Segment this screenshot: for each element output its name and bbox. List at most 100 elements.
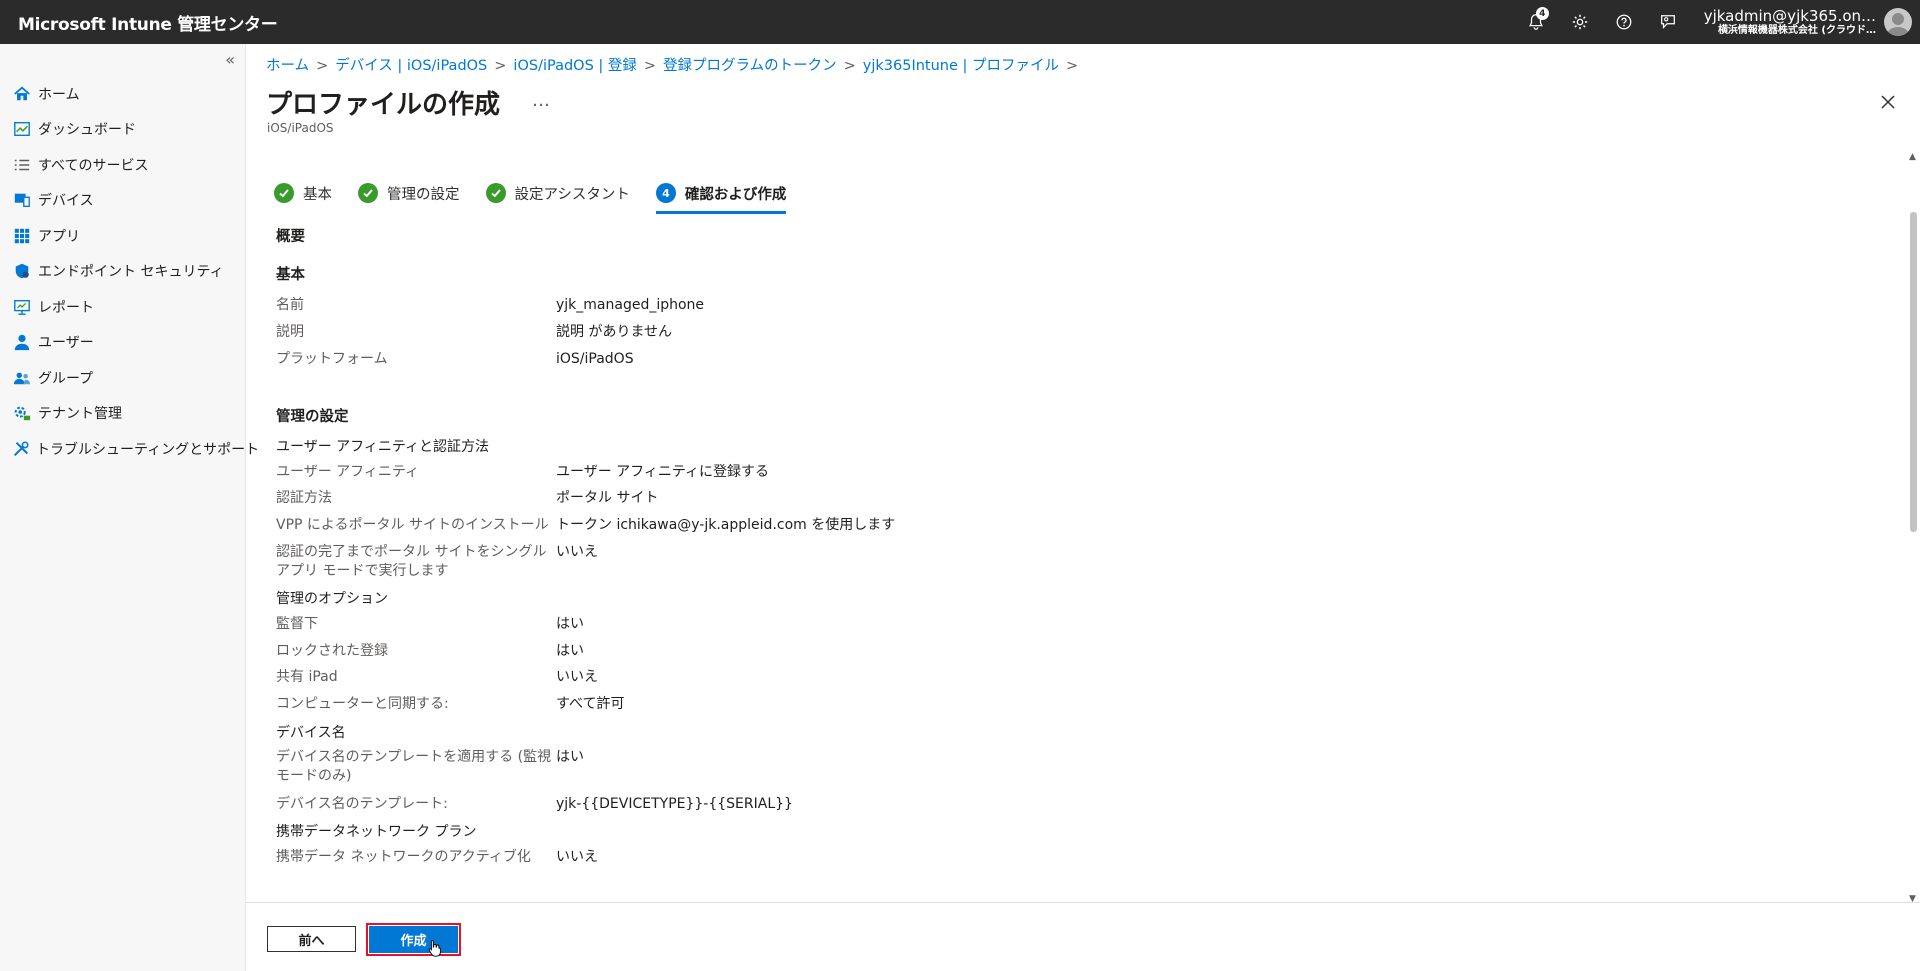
sidebar-item-devices[interactable]: デバイス: [0, 183, 245, 219]
row-value: すべて許可: [556, 696, 625, 712]
group-icon: [12, 368, 32, 388]
row-key: 認証方法: [276, 490, 332, 506]
summary-row: VPP によるポータル サイトのインストール トークン ichikawa@y-jk…: [276, 516, 1176, 535]
breadcrumb-home[interactable]: ホーム: [266, 58, 309, 74]
top-bar: Microsoft Intune 管理センター 4 yjkadmin@yjk36…: [0, 0, 1920, 44]
sidebar-item-label: すべてのサービス: [38, 157, 149, 174]
summary-row: デバイス名のテンプレートを適用する (監視モードのみ) はい: [276, 748, 1176, 786]
wizard-steps: 基本 管理の設定 設定アシスタント 4 確認および作成: [274, 178, 812, 214]
create-button[interactable]: 作成: [369, 926, 458, 953]
row-value: はい: [556, 749, 584, 765]
tenant-icon: [12, 403, 32, 423]
sidebar-item-label: ユーザー: [38, 335, 94, 352]
summary-row: 携帯データ ネットワークのアクティブ化 いいえ: [276, 848, 1176, 867]
sidebar-item-label: ダッシュボード: [38, 122, 136, 139]
step-label: 設定アシスタント: [514, 186, 630, 203]
row-value: ユーザー アフィニティに登録する: [556, 464, 770, 480]
step-label: 管理の設定: [387, 186, 460, 203]
sidebar-item-reports[interactable]: レポート: [0, 289, 245, 325]
more-options-button[interactable]: …: [532, 90, 551, 111]
summary-row: コンピューターと同期する: すべて許可: [276, 695, 1176, 714]
row-key: 認証の完了までポータル サイトをシングル アプリ モードで実行します: [276, 544, 547, 579]
scrollbar-thumb[interactable]: [1910, 212, 1917, 532]
dashboard-icon: [12, 119, 32, 139]
row-value: はい: [556, 643, 584, 659]
row-value: iOS/iPadOS: [556, 351, 634, 367]
reports-icon: [12, 297, 32, 317]
sidebar-item-label: トラブルシューティングとサポート: [36, 441, 260, 458]
summary-row: 監督下 はい: [276, 615, 1176, 634]
row-value: はい: [556, 616, 584, 632]
chevron-right-icon: >: [1066, 58, 1079, 74]
step-label: 確認および作成: [684, 186, 787, 203]
row-key: 監督下: [276, 616, 318, 632]
step-management-settings[interactable]: 管理の設定: [358, 178, 460, 208]
sidebar-item-tenant-admin[interactable]: テナント管理: [0, 396, 245, 432]
sidebar-item-home[interactable]: ホーム: [0, 76, 245, 112]
row-key: 説明: [276, 324, 304, 340]
row-key: プラットフォーム: [276, 351, 388, 367]
chevron-right-icon: >: [643, 58, 657, 74]
step-number: 4: [655, 183, 676, 203]
breadcrumb-token-profiles[interactable]: yjk365Intune | プロファイル: [863, 58, 1059, 74]
sidebar-item-endpoint-security[interactable]: エンドポイント セキュリティ: [0, 254, 245, 290]
breadcrumb-ios-enrollment[interactable]: iOS/iPadOS | 登録: [513, 58, 636, 74]
scroll-up-icon[interactable]: ▲: [1909, 152, 1916, 162]
check-icon: [274, 183, 294, 203]
step-review-create[interactable]: 4 確認および作成: [655, 178, 787, 214]
summary-row: ロックされた登録 はい: [276, 642, 1176, 661]
account-email: yjkadmin@yjk365.on…: [1703, 6, 1876, 25]
row-key: 共有 iPad: [276, 669, 338, 685]
sidebar: « ホーム ダッシュボード すべてのサービス デバイス アプリ エンドポイント …: [0, 44, 259, 971]
row-key: 名前: [276, 297, 304, 313]
row-value: 説明 がありません: [556, 324, 673, 340]
summary-row: デバイス名のテンプレート: yjk-{{DEVICETYPE}}-{{SERIAL…: [276, 795, 1176, 814]
collapse-sidebar-button[interactable]: «: [225, 50, 235, 69]
vertical-scrollbar[interactable]: ▲ ▼: [1906, 152, 1920, 904]
feedback-icon: [1660, 15, 1675, 29]
sidebar-item-apps[interactable]: アプリ: [0, 218, 245, 254]
row-key: ユーザー アフィニティ: [276, 464, 420, 480]
list-icon: [12, 155, 32, 175]
row-value: yjk-{{DEVICETYPE}}-{{SERIAL}}: [556, 796, 793, 812]
user-icon: [12, 332, 32, 352]
notifications-button[interactable]: 4: [1514, 0, 1558, 44]
help-button[interactable]: [1602, 0, 1646, 44]
tools-icon: [12, 439, 30, 459]
step-basics[interactable]: 基本: [274, 178, 332, 208]
settings-button[interactable]: [1558, 0, 1602, 44]
step-setup-assistant[interactable]: 設定アシスタント: [485, 178, 630, 208]
row-value: yjk_managed_iphone: [556, 297, 705, 313]
row-value: いいえ: [556, 669, 598, 685]
sidebar-item-label: エンドポイント セキュリティ: [38, 264, 224, 281]
breadcrumb-devices-ios[interactable]: デバイス | iOS/iPadOS: [335, 58, 487, 74]
check-icon: [358, 183, 378, 203]
row-key: デバイス名のテンプレート:: [276, 796, 448, 812]
help-icon: [1616, 14, 1632, 30]
summary-row: 認証方法 ポータル サイト: [276, 489, 1176, 508]
sidebar-item-label: レポート: [38, 299, 94, 316]
management-heading: 管理の設定: [276, 409, 349, 425]
feedback-button[interactable]: [1646, 0, 1690, 44]
row-value: いいえ: [556, 849, 598, 865]
device-name-subheading: デバイス名: [276, 725, 346, 741]
app-title[interactable]: Microsoft Intune 管理センター: [0, 10, 278, 35]
previous-button[interactable]: 前へ: [267, 926, 356, 952]
sidebar-item-all-services[interactable]: すべてのサービス: [0, 147, 245, 183]
hand-cursor-icon: [428, 940, 441, 957]
gear-icon: [1572, 14, 1587, 30]
sidebar-item-dashboard[interactable]: ダッシュボード: [0, 112, 245, 148]
row-key: ロックされた登録: [276, 643, 388, 659]
sidebar-item-troubleshooting[interactable]: トラブルシューティングとサポート: [0, 431, 259, 467]
account-org: 横浜情報機器株式会社 (クラウド…: [1717, 24, 1876, 36]
create-button-highlight: 作成: [366, 923, 461, 956]
close-icon[interactable]: [1878, 92, 1898, 112]
sidebar-item-groups[interactable]: グループ: [0, 360, 245, 396]
avatar: [1884, 8, 1912, 36]
notification-badge: 4: [1535, 7, 1549, 20]
account-menu[interactable]: yjkadmin@yjk365.on… 横浜情報機器株式会社 (クラウド…: [1690, 0, 1920, 44]
basics-heading: 基本: [276, 267, 305, 283]
breadcrumb-enrollment-tokens[interactable]: 登録プログラムのトークン: [663, 58, 837, 74]
sidebar-item-users[interactable]: ユーザー: [0, 325, 245, 361]
affinity-subheading: ユーザー アフィニティと認証方法: [276, 439, 490, 455]
